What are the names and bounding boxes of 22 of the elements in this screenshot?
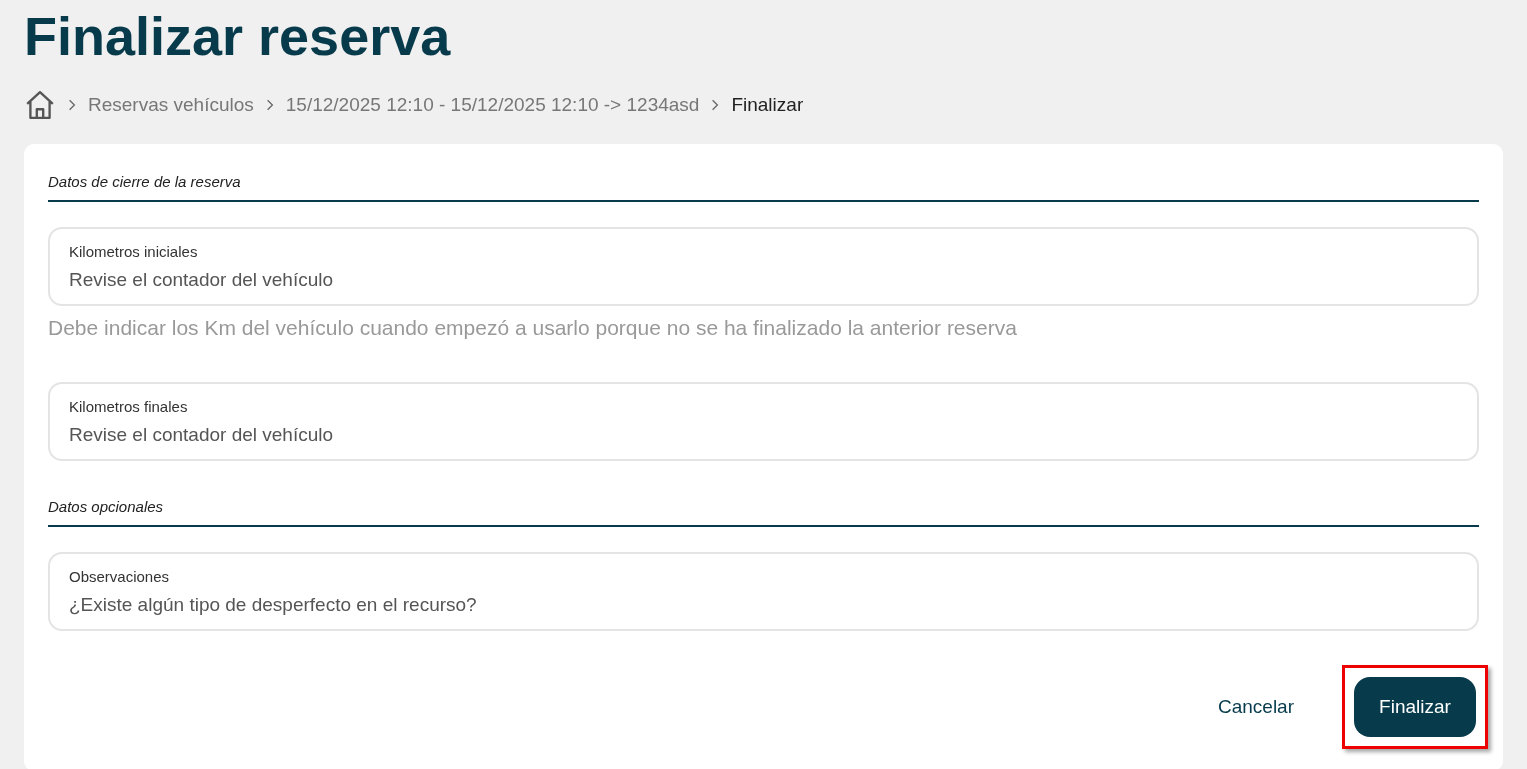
input-field[interactable]: Observaciones ¿Existe algún tipo de desperfecto en el recurso? bbox=[48, 552, 1479, 631]
chevron-icon bbox=[711, 99, 720, 111]
finalize-button[interactable]: Finalizar bbox=[1354, 677, 1476, 737]
breadcrumb-link[interactable]: Reservas vehículos bbox=[88, 90, 254, 120]
field-label: Kilometros iniciales bbox=[69, 242, 199, 262]
helper-text: Debe indicar los Km del vehículo cuando empezó a usarlo porque no se ha finalizado la anterior reserva bbox=[48, 315, 1018, 341]
input-field[interactable]: Kilometros iniciales Revise el contador del vehículo bbox=[48, 227, 1479, 306]
text-input[interactable]: Revise el contador del vehículo bbox=[69, 423, 1458, 447]
home-icon[interactable] bbox=[24, 89, 56, 121]
field-label: Kilometros finales bbox=[69, 397, 189, 417]
section-heading: Datos opcionales bbox=[48, 498, 164, 515]
field-label: Observaciones bbox=[69, 567, 171, 587]
chevron-icon bbox=[68, 99, 76, 111]
breadcrumb-link[interactable]: 15/12/2025 12:10 - 15/12/2025 12:10 -> 1234asd bbox=[285, 90, 700, 120]
page-title: Finalizar reserva bbox=[24, 6, 451, 66]
input-field[interactable]: Kilometros finales Revise el contador del vehículo bbox=[48, 382, 1479, 461]
current-page: Finalizar bbox=[731, 92, 804, 117]
text-input[interactable]: ¿Existe algún tipo de desperfecto en el recurso? bbox=[69, 593, 1458, 617]
cancel-link[interactable]: Cancelar bbox=[1215, 686, 1296, 728]
chevron-icon bbox=[265, 99, 274, 111]
section-heading: Datos de cierre de la reserva bbox=[48, 173, 241, 190]
text-input[interactable]: Revise el contador del vehículo bbox=[69, 268, 1458, 292]
